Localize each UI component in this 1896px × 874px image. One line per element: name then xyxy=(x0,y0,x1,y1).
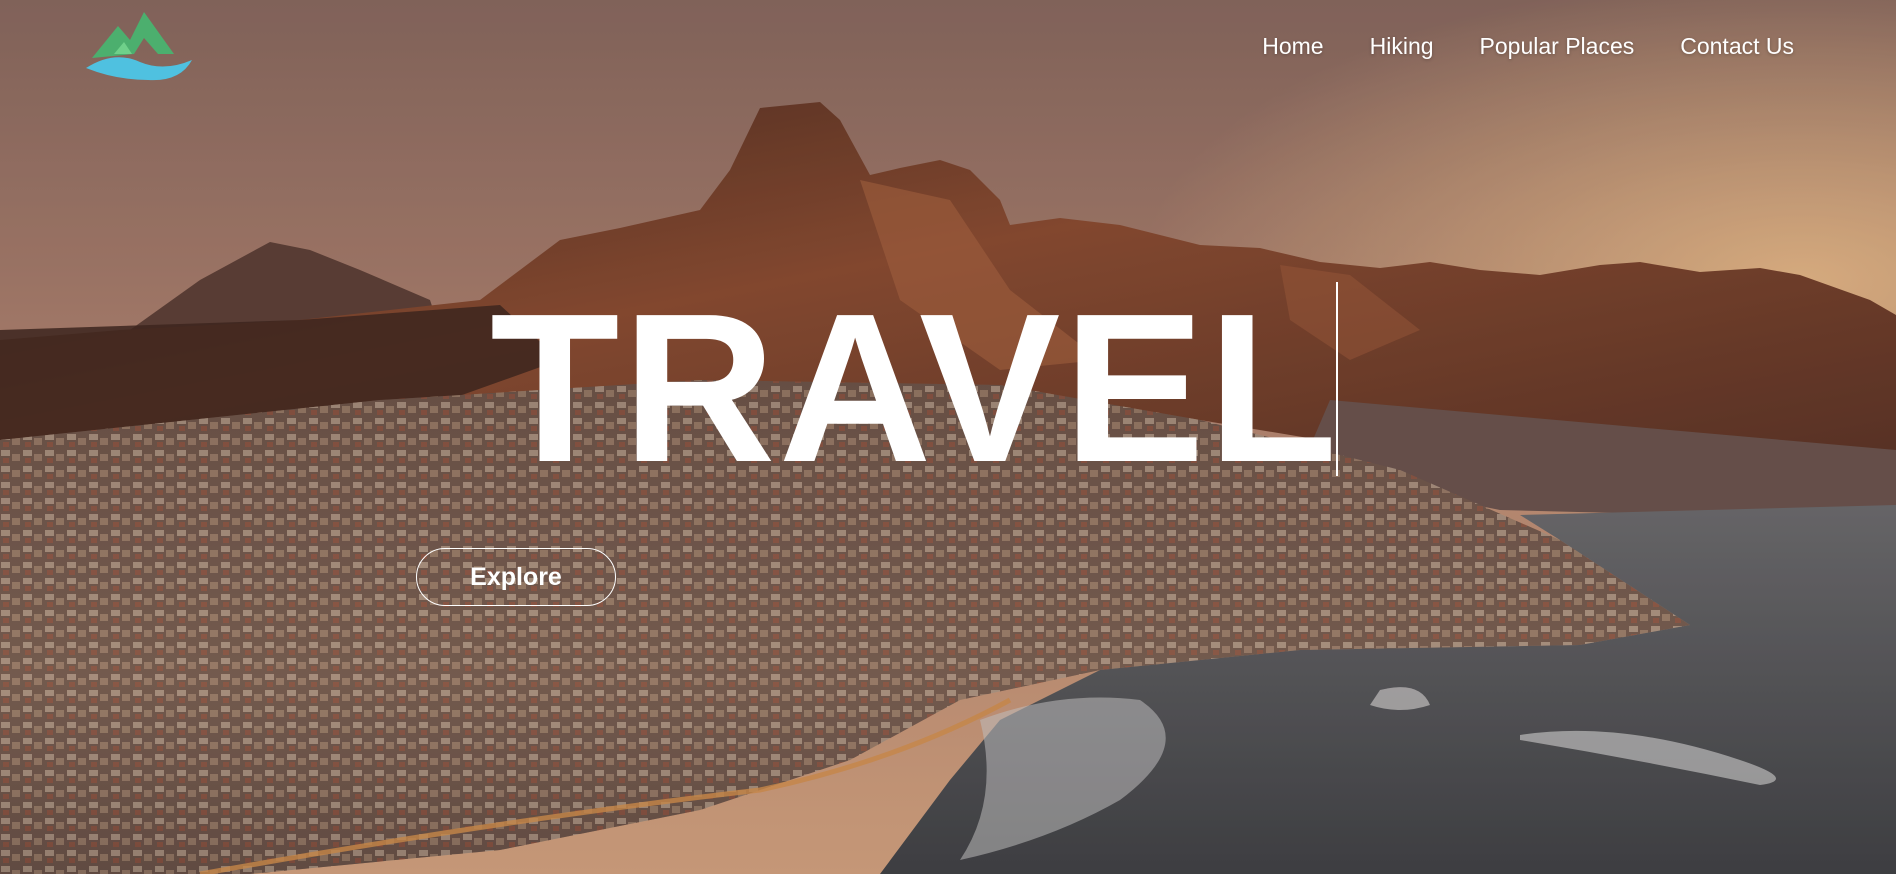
nav-popular-places-link[interactable]: Popular Places xyxy=(1480,30,1635,62)
nav-contact-us-link[interactable]: Contact Us xyxy=(1680,30,1794,62)
nav-home-link[interactable]: Home xyxy=(1262,30,1323,62)
mountain-wave-logo-icon[interactable] xyxy=(84,10,194,86)
explore-button[interactable]: Explore xyxy=(416,548,616,606)
top-navigation: Home Hiking Popular Places Contact Us xyxy=(0,0,1896,92)
nav-hiking-link[interactable]: Hiking xyxy=(1370,30,1434,62)
nav-menu: Home Hiking Popular Places Contact Us xyxy=(1262,30,1794,62)
typing-caret xyxy=(1336,282,1338,476)
hero-headline: TRAVEL xyxy=(490,269,1341,506)
